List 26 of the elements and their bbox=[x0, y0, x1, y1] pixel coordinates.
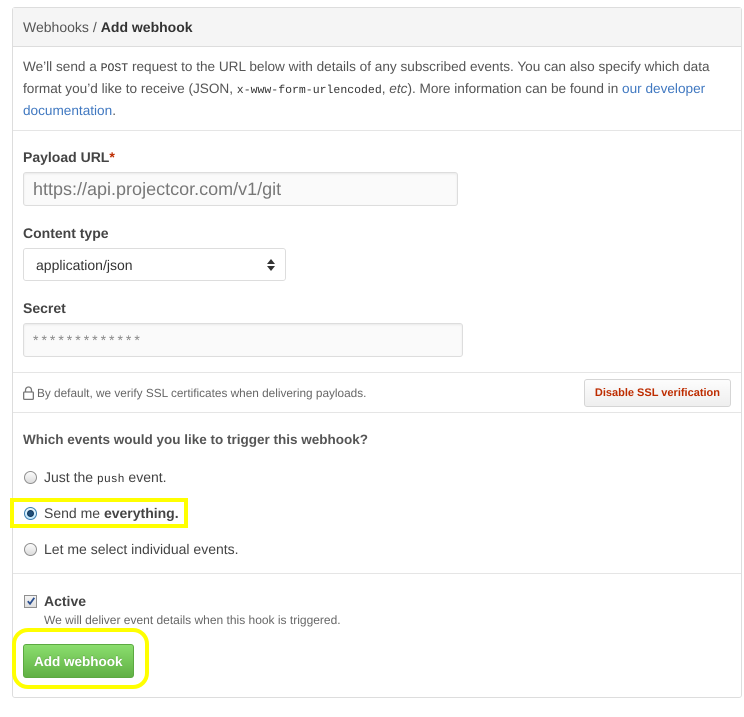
field-label: Payload URL* bbox=[23, 148, 115, 167]
radio-button[interactable] bbox=[24, 506, 37, 520]
checkbox-label: Active bbox=[44, 593, 86, 609]
check-icon bbox=[26, 597, 34, 605]
ssl-note: By default, we verify SSL certificates when delivering payloads. bbox=[37, 386, 366, 400]
padlock-icon bbox=[23, 386, 34, 400]
page-title: Add webhook bbox=[100, 19, 193, 35]
option-label: Send me everything. bbox=[44, 504, 179, 522]
option-label: Let me select individual events. bbox=[44, 540, 239, 558]
up-down-caret-icon bbox=[267, 258, 275, 270]
disable-ssl-button[interactable]: Disable SSL verification bbox=[584, 378, 731, 406]
radio-button[interactable] bbox=[24, 470, 37, 484]
documentation-link[interactable]: documentation bbox=[23, 103, 112, 118]
documentation-link[interactable]: our developer bbox=[622, 81, 706, 96]
field-label: Content type bbox=[23, 224, 109, 243]
events-question: Which events would you like to trigger this webhook? bbox=[23, 431, 370, 449]
checkbox[interactable] bbox=[24, 594, 37, 608]
breadcrumb-link[interactable]: Webhooks bbox=[23, 19, 89, 35]
radio-button[interactable] bbox=[24, 542, 37, 556]
content-type-select[interactable]: application/json bbox=[23, 248, 286, 281]
field-label: Secret bbox=[23, 299, 66, 318]
secret-field[interactable]: ************* bbox=[23, 323, 463, 357]
checkbox-description: We will deliver event details when this hook is triggered. bbox=[44, 612, 342, 629]
option-label: Just the push event. bbox=[44, 468, 167, 486]
breadcrumb-separator: / bbox=[92, 19, 97, 35]
url-field[interactable]: https://api.projectcor.com/v1/git bbox=[23, 172, 458, 206]
